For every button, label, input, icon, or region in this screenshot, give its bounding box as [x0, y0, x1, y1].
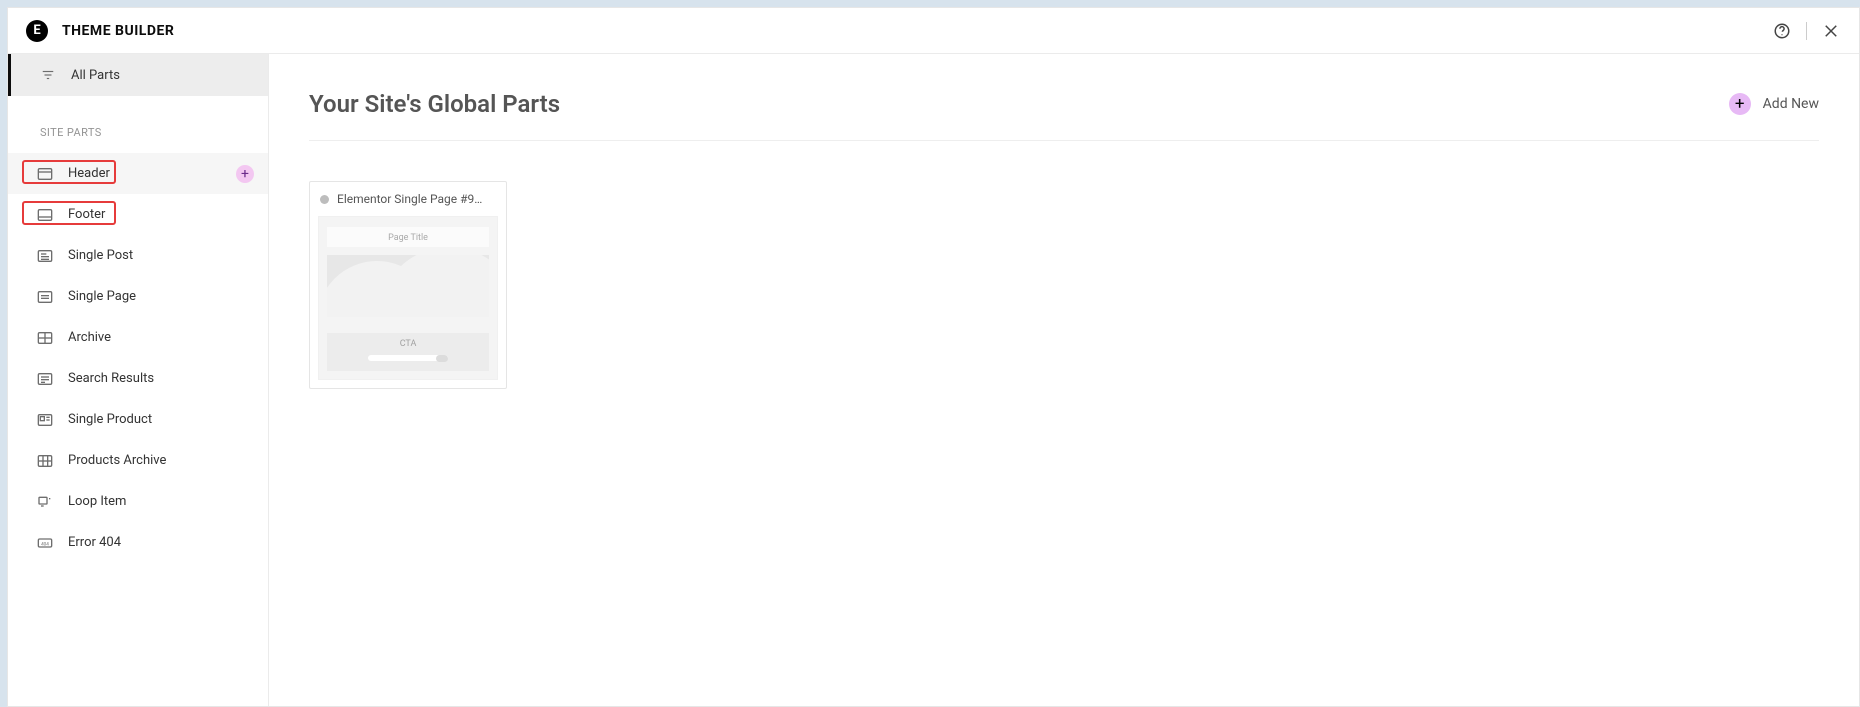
loop-item-icon [36, 493, 54, 511]
sidebar-item-archive[interactable]: Archive [8, 317, 268, 358]
sidebar-item-products-archive[interactable]: Products Archive [8, 440, 268, 481]
sidebar-item-label: Products Archive [68, 453, 166, 468]
header-icon [36, 165, 54, 183]
sidebar-item-header[interactable]: Header + [8, 153, 268, 194]
sidebar-item-search-results[interactable]: Search Results [8, 358, 268, 399]
sidebar-item-label: Single Product [68, 412, 152, 427]
filter-icon [39, 66, 57, 84]
close-icon[interactable] [1821, 21, 1841, 41]
sidebar-item-single-post[interactable]: Single Post [8, 235, 268, 276]
sidebar-item-label: Single Page [68, 289, 136, 304]
sidebar-item-label: Footer [68, 207, 105, 222]
app-shell: E THEME BUILDER [7, 7, 1860, 707]
thumb-cta: CTA [327, 333, 489, 371]
single-page-icon [36, 288, 54, 306]
thumb-cta-bar [368, 355, 448, 361]
cards-grid: Elementor Single Page #9… Page Title CTA [309, 141, 1819, 389]
plus-icon: + [1729, 93, 1751, 115]
main-content: Your Site's Global Parts + Add New Eleme… [269, 54, 1859, 706]
top-right-actions [1772, 21, 1841, 41]
help-icon[interactable] [1772, 21, 1792, 41]
body-split: All Parts SITE PARTS Header + [8, 54, 1859, 706]
template-card[interactable]: Elementor Single Page #9… Page Title CTA [309, 181, 507, 389]
sidebar-item-label: Error 404 [68, 535, 121, 550]
card-title: Elementor Single Page #9… [337, 192, 496, 206]
sidebar-item-label: Header [68, 166, 110, 181]
footer-icon [36, 206, 54, 224]
main-header: Your Site's Global Parts + Add New [309, 90, 1819, 141]
svg-text:404: 404 [41, 541, 49, 547]
brand-logo-icon: E [26, 20, 48, 42]
template-thumbnail: Page Title CTA [318, 216, 498, 380]
thumb-image-placeholder [327, 255, 489, 317]
sidebar-item-error-404[interactable]: 404 Error 404 [8, 522, 268, 563]
card-header: Elementor Single Page #9… [318, 190, 498, 216]
add-header-icon[interactable]: + [236, 165, 254, 183]
page-title: Your Site's Global Parts [309, 90, 560, 118]
sidebar-item-label: Single Post [68, 248, 133, 263]
archive-icon [36, 329, 54, 347]
search-results-icon [36, 370, 54, 388]
products-archive-icon [36, 452, 54, 470]
sidebar-all-parts[interactable]: All Parts [8, 54, 268, 96]
sidebar-item-label: Loop Item [68, 494, 126, 509]
sidebar-item-label: Archive [68, 330, 111, 345]
sidebar-item-footer[interactable]: Footer [8, 194, 268, 235]
sidebar: All Parts SITE PARTS Header + [8, 54, 269, 706]
single-product-icon [36, 411, 54, 429]
single-post-icon [36, 247, 54, 265]
sidebar-item-single-product[interactable]: Single Product [8, 399, 268, 440]
add-new-label: Add New [1763, 96, 1819, 112]
top-bar: E THEME BUILDER [8, 8, 1859, 54]
sidebar-item-loop-item[interactable]: Loop Item [8, 481, 268, 522]
thumb-cta-label: CTA [327, 339, 489, 349]
error-404-icon: 404 [36, 534, 54, 552]
sidebar-item-label: Search Results [68, 371, 154, 386]
app-title: THEME BUILDER [62, 23, 174, 39]
sidebar-section-label: SITE PARTS [8, 96, 268, 153]
thumb-page-title-label: Page Title [327, 227, 489, 247]
sidebar-all-parts-label: All Parts [71, 68, 120, 83]
separator [1806, 22, 1807, 40]
add-new-button[interactable]: + Add New [1729, 93, 1819, 115]
sidebar-item-single-page[interactable]: Single Page [8, 276, 268, 317]
status-dot-icon [320, 195, 329, 204]
